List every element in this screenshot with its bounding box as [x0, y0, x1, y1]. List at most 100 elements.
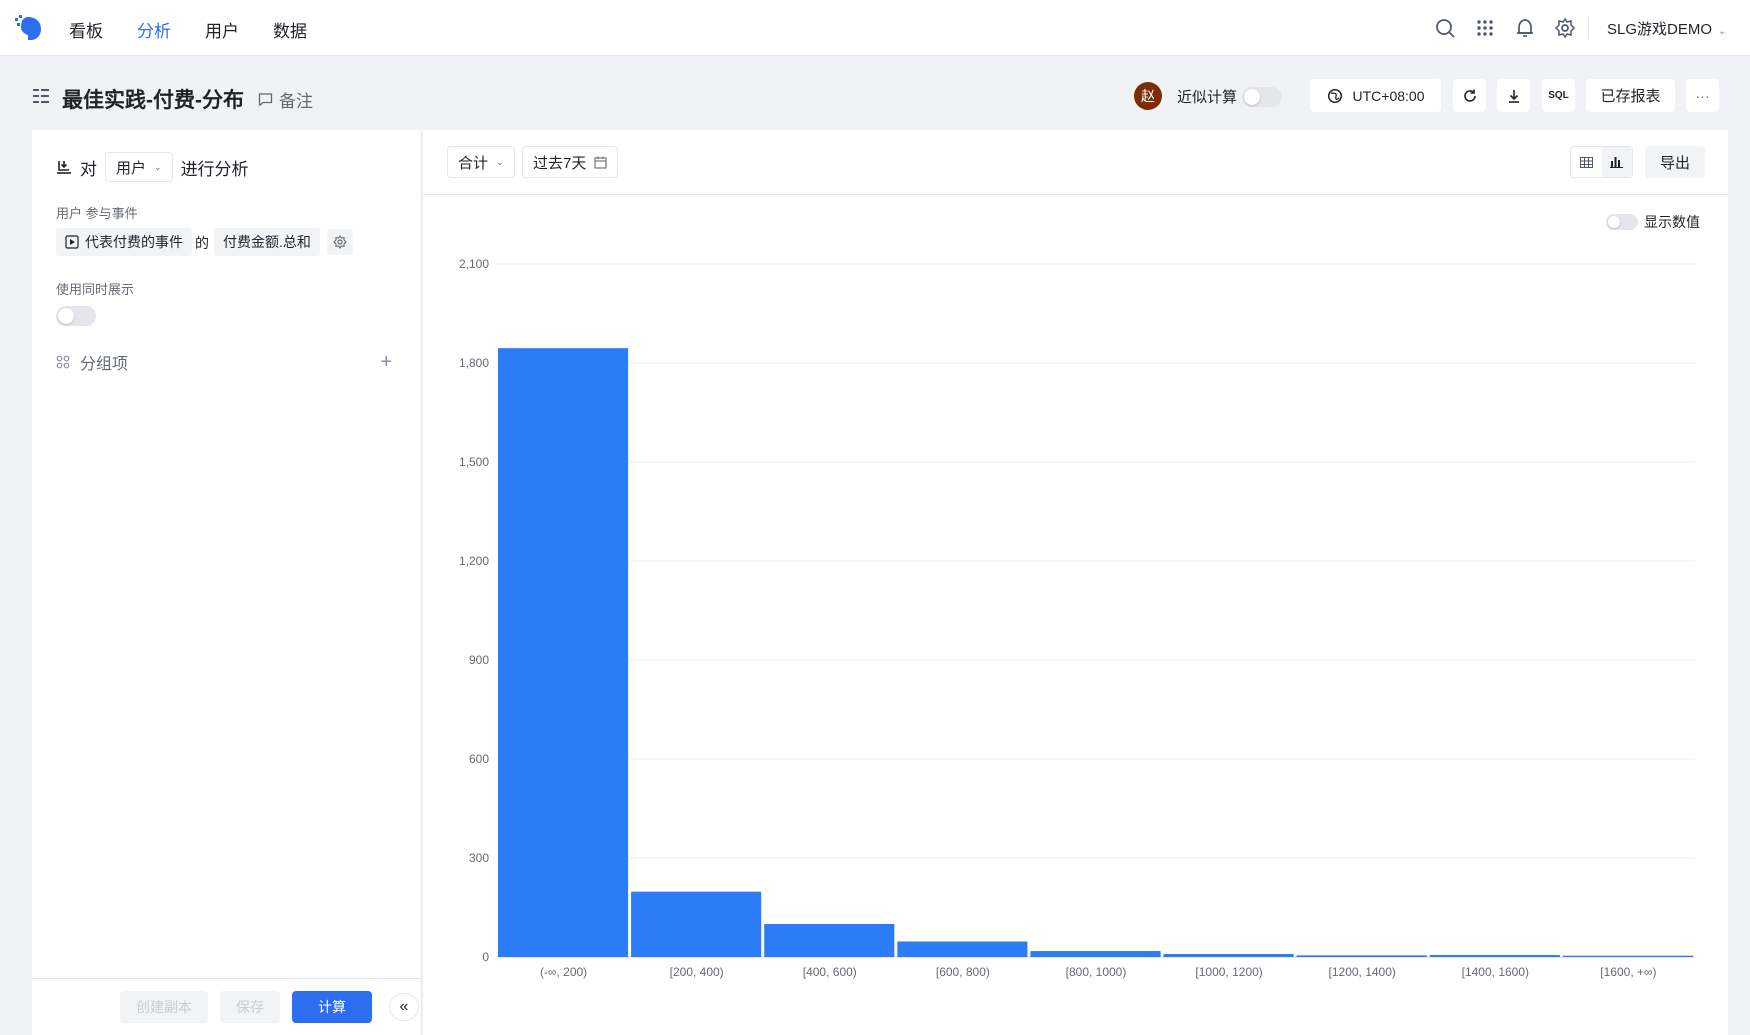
histogram-bar	[498, 348, 629, 957]
y-tick-label: 1,200	[459, 554, 489, 568]
event-name: 代表付费的事件	[85, 234, 183, 250]
subject-prefix: 对	[80, 159, 97, 179]
timezone-value: UTC+08:00	[1352, 87, 1425, 104]
note-button[interactable]: 备注	[258, 87, 313, 112]
bar-chart-icon	[1610, 157, 1624, 168]
group-icon	[56, 355, 70, 369]
top-nav: 看板 分析 用户 数据 SLG游戏DEMO ⌄	[0, 0, 1750, 56]
histogram-bar	[1030, 951, 1161, 957]
sql-button[interactable]: SQL	[1542, 79, 1575, 112]
subject-suffix: 进行分析	[180, 159, 249, 179]
histogram-bar	[1562, 955, 1693, 957]
simultaneous-display-toggle[interactable]	[56, 306, 96, 326]
histogram-bar	[1296, 955, 1427, 957]
y-tick-label: 1,500	[459, 455, 489, 469]
approx-compute-label: 近似计算	[1177, 89, 1238, 106]
search-icon[interactable]	[1434, 17, 1456, 39]
save-button[interactable]: 保存	[220, 991, 280, 1023]
compute-button[interactable]: 计算	[292, 991, 372, 1023]
histogram-bar	[1429, 955, 1560, 957]
globe-icon	[1327, 88, 1342, 103]
avatar[interactable]: 赵	[1134, 82, 1162, 110]
group-by-label: 分组项	[80, 356, 129, 373]
app-logo-icon[interactable]	[14, 13, 44, 43]
left-panel-footer: 创建副本 保存 计算 «	[32, 978, 422, 1035]
histogram-bar	[897, 941, 1028, 957]
refresh-button[interactable]	[1453, 79, 1486, 112]
metric-settings-button[interactable]	[327, 229, 353, 255]
nav-item-users[interactable]: 用户	[205, 17, 239, 42]
approx-compute-toggle[interactable]	[1242, 87, 1282, 107]
table-icon	[1579, 156, 1593, 168]
timezone-selector[interactable]: UTC+08:00	[1310, 79, 1441, 112]
event-section-label: 用户 参与事件	[56, 206, 138, 221]
of-connector: 的	[195, 235, 209, 251]
analysis-subject-row: 对 用户 ⌄ 进行分析	[56, 152, 249, 182]
show-values-label: 显示数值	[1644, 214, 1700, 230]
project-name: SLG游戏DEMO	[1607, 21, 1713, 38]
entity-select[interactable]: 用户 ⌄	[105, 152, 173, 182]
nav-item-data[interactable]: 数据	[273, 17, 307, 42]
x-tick-label: [1000, 1200)	[1195, 965, 1262, 979]
histogram-bar	[631, 891, 762, 957]
distribution-chart-svg: 0 300 600 900 1,200 1,500 1,800 2,100 (-∞, 200) […	[459, 257, 1695, 979]
analysis-subject-icon	[57, 161, 71, 174]
calendar-icon	[594, 156, 607, 169]
chevron-down-icon: ⌄	[1718, 26, 1727, 37]
show-values-toggle[interactable]	[1606, 214, 1638, 230]
event-selector[interactable]: 代表付费的事件	[56, 228, 192, 256]
aggregate-value: 合计	[458, 154, 489, 172]
show-values-control: 显示数值	[1606, 212, 1700, 232]
group-by-row: 分组项 +	[56, 350, 392, 374]
entity-value: 用户	[116, 159, 147, 177]
x-tick-label: [1600, +∞)	[1600, 965, 1656, 979]
y-tick-label: 2,100	[459, 257, 489, 271]
table-view-button[interactable]	[1571, 147, 1602, 177]
aggregate-select[interactable]: 合计 ⌄	[447, 146, 515, 178]
chevron-down-icon: ⌄	[496, 156, 504, 167]
x-tick-label: (-∞, 200)	[540, 965, 587, 979]
analysis-config-panel: 对 用户 ⌄ 进行分析 用户 参与事件 代表付费的事件 的 付费金额.总和 使用同…	[32, 130, 422, 1035]
nav-item-analysis[interactable]: 分析	[137, 17, 171, 42]
report-list-icon[interactable]	[33, 88, 49, 104]
y-tick-label: 1,800	[459, 356, 489, 370]
add-group-button[interactable]: +	[380, 351, 392, 374]
note-label: 备注	[279, 92, 313, 111]
metric-selector[interactable]: 付费金额.总和	[214, 228, 320, 256]
settings-gear-icon[interactable]	[1554, 17, 1576, 39]
distribution-chart: 0 300 600 900 1,200 1,500 1,800 2,100 (-∞, 200) […	[423, 245, 1728, 990]
chart-toolbar: 合计 ⌄ 过去7天 导出	[423, 130, 1728, 195]
date-range-value: 过去7天	[533, 154, 587, 172]
download-button[interactable]	[1497, 79, 1530, 112]
refresh-icon	[1463, 89, 1476, 102]
bell-icon[interactable]	[1514, 17, 1536, 39]
create-copy-button[interactable]: 创建副本	[120, 991, 208, 1023]
y-tick-label: 0	[482, 950, 489, 964]
y-tick-label: 300	[469, 851, 489, 865]
metric-name: 付费金额.总和	[223, 234, 311, 250]
view-switcher	[1570, 146, 1633, 178]
saved-reports-button[interactable]: 已存报表	[1586, 79, 1675, 112]
x-tick-label: [1400, 1600)	[1462, 965, 1529, 979]
chart-view-button[interactable]	[1601, 147, 1632, 177]
collapse-panel-button[interactable]: «	[389, 993, 419, 1021]
nav-item-dashboard[interactable]: 看板	[69, 17, 103, 42]
histogram-bar	[1163, 954, 1294, 957]
x-tick-label: [600, 800)	[936, 965, 990, 979]
date-range-picker[interactable]: 过去7天	[522, 146, 619, 178]
histogram-bar	[764, 924, 895, 957]
x-tick-label: [400, 600)	[803, 965, 857, 979]
apps-grid-icon[interactable]	[1474, 17, 1496, 39]
gear-icon	[333, 235, 347, 249]
more-options-button[interactable]: ···	[1686, 79, 1719, 112]
export-button[interactable]: 导出	[1645, 146, 1705, 178]
page-title: 最佳实践-付费-分布	[62, 89, 244, 112]
y-tick-label: 600	[469, 752, 489, 766]
comment-icon	[258, 93, 273, 106]
project-switcher[interactable]: SLG游戏DEMO ⌄	[1607, 18, 1726, 39]
chevron-down-icon: ⌄	[154, 161, 162, 172]
simultaneous-display-label: 使用同时展示	[56, 282, 135, 297]
download-icon	[1508, 89, 1519, 103]
x-tick-label: [1200, 1400)	[1329, 965, 1396, 979]
x-tick-label: [800, 1000)	[1066, 965, 1127, 979]
